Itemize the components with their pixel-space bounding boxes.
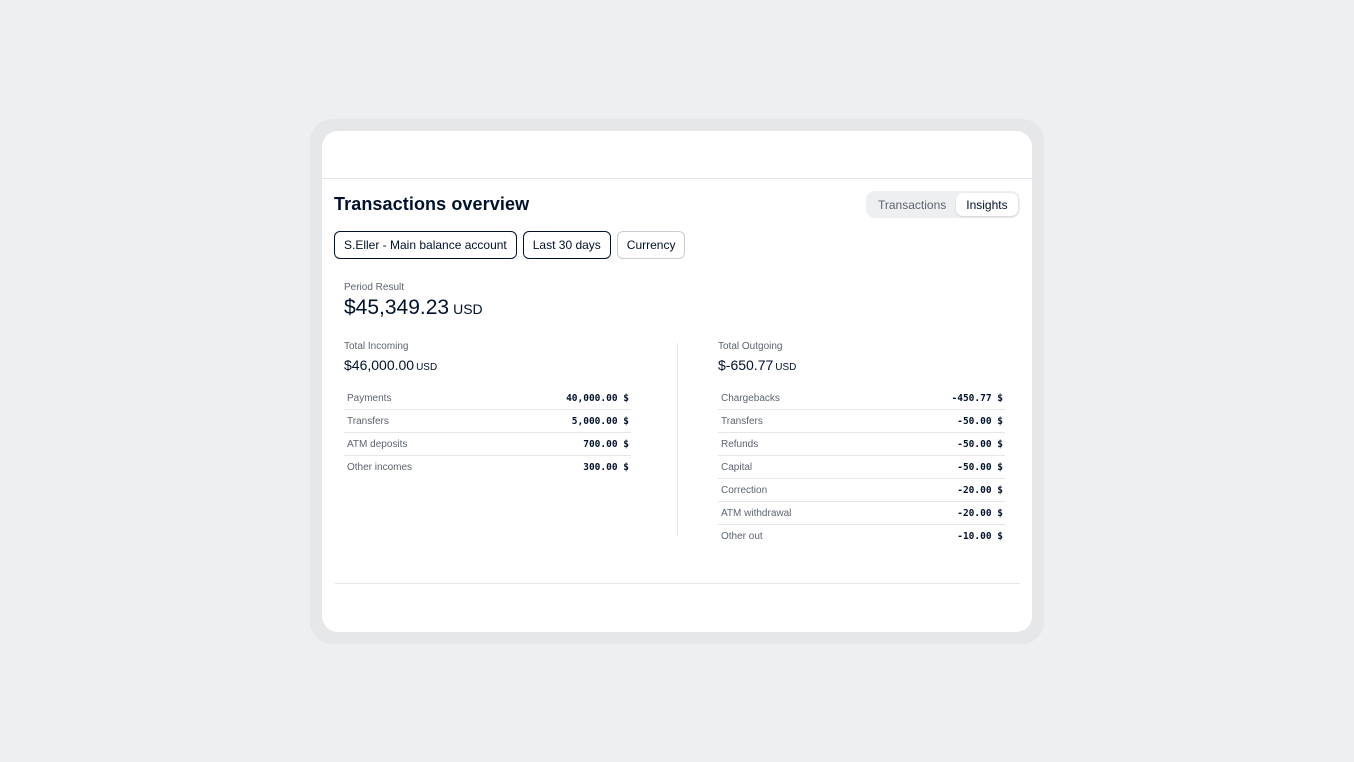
row-value: -10.00 $	[957, 531, 1003, 542]
row-value: 5,000.00 $	[571, 415, 629, 427]
total-incoming-amount: $46,000.00	[344, 357, 415, 373]
app-screen: Transactions overview Transactions Insig…	[322, 131, 1032, 632]
total-incoming-currency: USD	[416, 362, 438, 373]
row-value: -50.00 $	[957, 415, 1003, 427]
outgoing-breakdown-list: Chargebacks -450.77 $ Transfers -50.00 $…	[718, 387, 1005, 548]
period-result-value: $45,349.23 USD	[344, 296, 483, 320]
date-range-filter-button[interactable]: Last 30 days	[522, 231, 611, 259]
device-frame: Transactions overview Transactions Insig…	[310, 119, 1044, 644]
row-value: -50.00 $	[957, 438, 1003, 450]
table-row: Transfers -50.00 $	[718, 410, 1005, 433]
table-row: Refunds -50.00 $	[718, 433, 1005, 456]
total-outgoing-value: $-650.77 USD	[718, 357, 1005, 373]
row-value: -450.77 $	[951, 392, 1003, 404]
period-result-currency: USD	[453, 301, 483, 317]
row-label: Other out	[721, 531, 763, 542]
row-label: Correction	[721, 484, 768, 496]
period-result-amount: $45,349.23	[344, 296, 450, 319]
total-incoming-label: Total Incoming	[344, 341, 409, 352]
row-value: -20.00 $	[957, 484, 1003, 496]
period-result-label: Period Result	[344, 282, 405, 293]
row-label: Transfers	[721, 415, 763, 427]
total-outgoing-amount: $-650.77	[718, 357, 774, 373]
table-row: Correction -20.00 $	[718, 479, 1005, 502]
row-label: Capital	[721, 461, 753, 473]
total-outgoing-label: Total Outgoing	[718, 341, 783, 352]
total-incoming-value: $46,000.00 USD	[344, 357, 631, 373]
column-divider	[677, 343, 678, 536]
row-label: Chargebacks	[721, 392, 780, 404]
currency-filter-button[interactable]: Currency	[616, 231, 686, 259]
table-row: Other out -10.00 $	[718, 525, 1005, 548]
account-filter-button[interactable]: S.Eller - Main balance account	[334, 231, 517, 259]
row-label: Refunds	[721, 438, 759, 450]
view-toggle: Transactions Insights	[866, 191, 1020, 218]
table-row: Other incomes 300.00 $	[344, 456, 631, 479]
row-label: ATM withdrawal	[721, 507, 792, 519]
row-label: ATM deposits	[347, 438, 408, 450]
tab-insights[interactable]: Insights	[956, 193, 1018, 216]
row-value: -20.00 $	[957, 507, 1003, 519]
header-divider	[322, 178, 1032, 179]
row-label: Transfers	[347, 415, 389, 427]
filter-bar: S.Eller - Main balance account Last 30 d…	[334, 231, 686, 259]
outgoing-section: Total Outgoing $-650.77 USD Chargebacks -…	[718, 341, 1005, 548]
row-label: Other incomes	[347, 462, 413, 473]
page-title: Transactions overview	[334, 194, 530, 214]
row-value: 40,000.00 $	[566, 392, 629, 404]
table-row: Capital -50.00 $	[718, 456, 1005, 479]
table-row: Chargebacks -450.77 $	[718, 387, 1005, 410]
row-value: -50.00 $	[957, 461, 1003, 473]
table-row: ATM deposits 700.00 $	[344, 433, 631, 456]
row-label: Payments	[347, 392, 392, 404]
table-row: Transfers 5,000.00 $	[344, 410, 631, 433]
table-row: Payments 40,000.00 $	[344, 387, 631, 410]
table-row: ATM withdrawal -20.00 $	[718, 502, 1005, 525]
incoming-breakdown-list: Payments 40,000.00 $ Transfers 5,000.00 …	[344, 387, 631, 479]
total-outgoing-currency: USD	[775, 362, 797, 373]
incoming-section: Total Incoming $46,000.00 USD Payments 40…	[344, 341, 631, 479]
footer-divider	[335, 583, 1020, 584]
tab-transactions[interactable]: Transactions	[868, 193, 956, 216]
row-value: 700.00 $	[583, 438, 629, 450]
row-value: 300.00 $	[583, 462, 629, 473]
